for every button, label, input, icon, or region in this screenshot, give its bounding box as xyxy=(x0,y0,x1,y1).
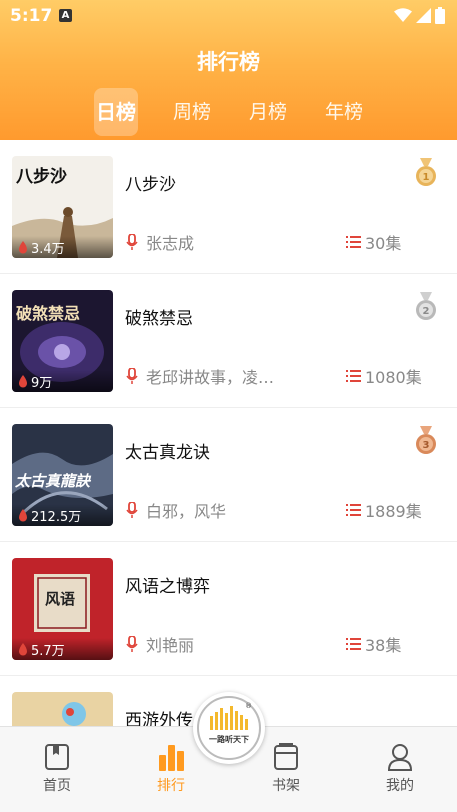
page-title: 排行榜 xyxy=(197,50,260,74)
nav-label: 书架 xyxy=(272,778,300,794)
episode-list-icon xyxy=(346,503,361,516)
svg-text:3: 3 xyxy=(423,440,430,451)
nav-label: 排行 xyxy=(157,778,185,794)
episode-info: 38集 xyxy=(346,632,401,656)
status-time: 5:17 xyxy=(10,6,53,26)
episode-count: 1080集 xyxy=(365,368,422,387)
book-cover[interactable]: 太古真龍訣 212.5万 xyxy=(12,424,113,526)
silver-medal-2-icon: 2 xyxy=(416,292,436,320)
ranking-tabs: 日榜 周榜 月榜 年榜 xyxy=(0,88,457,138)
list-item[interactable]: 太古真龍訣 212.5万 太古真龙诀 3 白邪，风华 1889集 xyxy=(0,408,457,542)
tab-yearly[interactable]: 年榜 xyxy=(322,88,366,136)
book-cover[interactable]: 破煞禁忌 9万 xyxy=(12,290,113,392)
episode-count: 1889集 xyxy=(365,502,422,521)
player-logo-button[interactable]: ® 一路听天下 xyxy=(193,692,265,764)
header: 5:17 A 排行榜 日榜 周榜 月榜 年榜 xyxy=(0,0,457,140)
flame-icon xyxy=(19,240,27,253)
logo-text: 一路听天下 xyxy=(209,735,249,744)
microphone-icon xyxy=(126,635,138,652)
author-info: 张志成 xyxy=(126,230,194,254)
status-notification-icon: A xyxy=(59,9,72,22)
bar-chart-icon xyxy=(159,745,184,771)
nav-label: 首页 xyxy=(43,778,71,794)
book-title[interactable]: 风语之博弈 xyxy=(125,572,210,597)
nav-profile[interactable]: 我的 xyxy=(360,727,440,812)
bookshelf-icon xyxy=(274,743,298,770)
book-cover[interactable]: 八步沙 3.4万 xyxy=(12,156,113,258)
author-info: 老邱讲故事，凌… xyxy=(126,364,274,388)
sound-wave-icon xyxy=(197,696,261,760)
status-icons xyxy=(394,7,445,24)
battery-icon xyxy=(435,7,445,24)
episode-info: 1080集 xyxy=(346,364,422,388)
tab-daily[interactable]: 日榜 xyxy=(94,88,138,136)
author-name: 张志成 xyxy=(146,234,195,253)
episode-info: 30集 xyxy=(346,230,401,254)
list-item[interactable]: 风语 5.7万 风语之博弈 刘艳丽 38集 xyxy=(0,542,457,676)
flame-icon xyxy=(19,642,27,655)
status-bar: 5:17 A xyxy=(0,0,457,32)
bronze-medal-3-icon: 3 xyxy=(416,426,436,454)
author-name: 老邱讲故事，凌… xyxy=(146,368,275,387)
list-item[interactable]: 破煞禁忌 9万 破煞禁忌 2 老邱讲故事，凌… 1080集 xyxy=(0,274,457,408)
play-count-overlay: 212.5万 xyxy=(12,504,113,526)
gold-medal-1-icon: 1 xyxy=(416,158,436,186)
registered-mark: ® xyxy=(245,702,252,710)
user-profile-icon xyxy=(387,744,413,771)
svg-text:2: 2 xyxy=(423,306,430,317)
nav-home[interactable]: 首页 xyxy=(17,727,97,812)
episode-count: 38集 xyxy=(365,636,402,655)
book-cover[interactable]: 风语 5.7万 xyxy=(12,558,113,660)
flame-icon xyxy=(19,374,27,387)
author-name: 白邪，风华 xyxy=(146,502,227,521)
flame-icon xyxy=(19,508,27,521)
play-count-overlay: 3.4万 xyxy=(12,236,113,258)
book-title[interactable]: 八步沙 xyxy=(125,170,176,195)
book-title[interactable]: 太古真龙诀 xyxy=(125,438,210,463)
play-count-overlay: 5.7万 xyxy=(12,638,113,660)
author-name: 刘艳丽 xyxy=(146,636,195,655)
episode-list-icon xyxy=(346,369,361,382)
svg-text:1: 1 xyxy=(423,172,430,183)
episode-list-icon xyxy=(346,235,361,248)
play-count: 3.4万 xyxy=(31,241,65,257)
tab-weekly[interactable]: 周榜 xyxy=(170,88,214,136)
microphone-icon xyxy=(126,367,138,384)
tab-monthly[interactable]: 月榜 xyxy=(246,88,290,136)
cover-title: 破煞禁忌 xyxy=(16,304,81,323)
wifi-icon xyxy=(394,8,412,22)
microphone-icon xyxy=(126,501,138,518)
list-item[interactable]: 八步沙 3.4万 八步沙 1 张志成 30集 xyxy=(0,140,457,274)
cover-title: 八步沙 xyxy=(16,167,67,187)
episode-list-icon xyxy=(346,637,361,650)
nav-label: 我的 xyxy=(386,778,414,794)
episode-info: 1889集 xyxy=(346,498,422,522)
microphone-icon xyxy=(126,233,138,250)
signal-icon xyxy=(416,8,431,23)
author-info: 刘艳丽 xyxy=(126,632,194,656)
episode-count: 30集 xyxy=(365,234,402,253)
play-count: 212.5万 xyxy=(31,509,82,525)
play-count-overlay: 9万 xyxy=(12,370,113,392)
play-count: 5.7万 xyxy=(31,643,65,659)
author-info: 白邪，风华 xyxy=(126,498,226,522)
book-home-icon xyxy=(45,744,69,770)
book-title[interactable]: 破煞禁忌 xyxy=(125,304,193,329)
play-count: 9万 xyxy=(31,375,53,391)
cover-title: 太古真龍訣 xyxy=(15,472,91,490)
cover-title: 风语 xyxy=(45,590,76,608)
